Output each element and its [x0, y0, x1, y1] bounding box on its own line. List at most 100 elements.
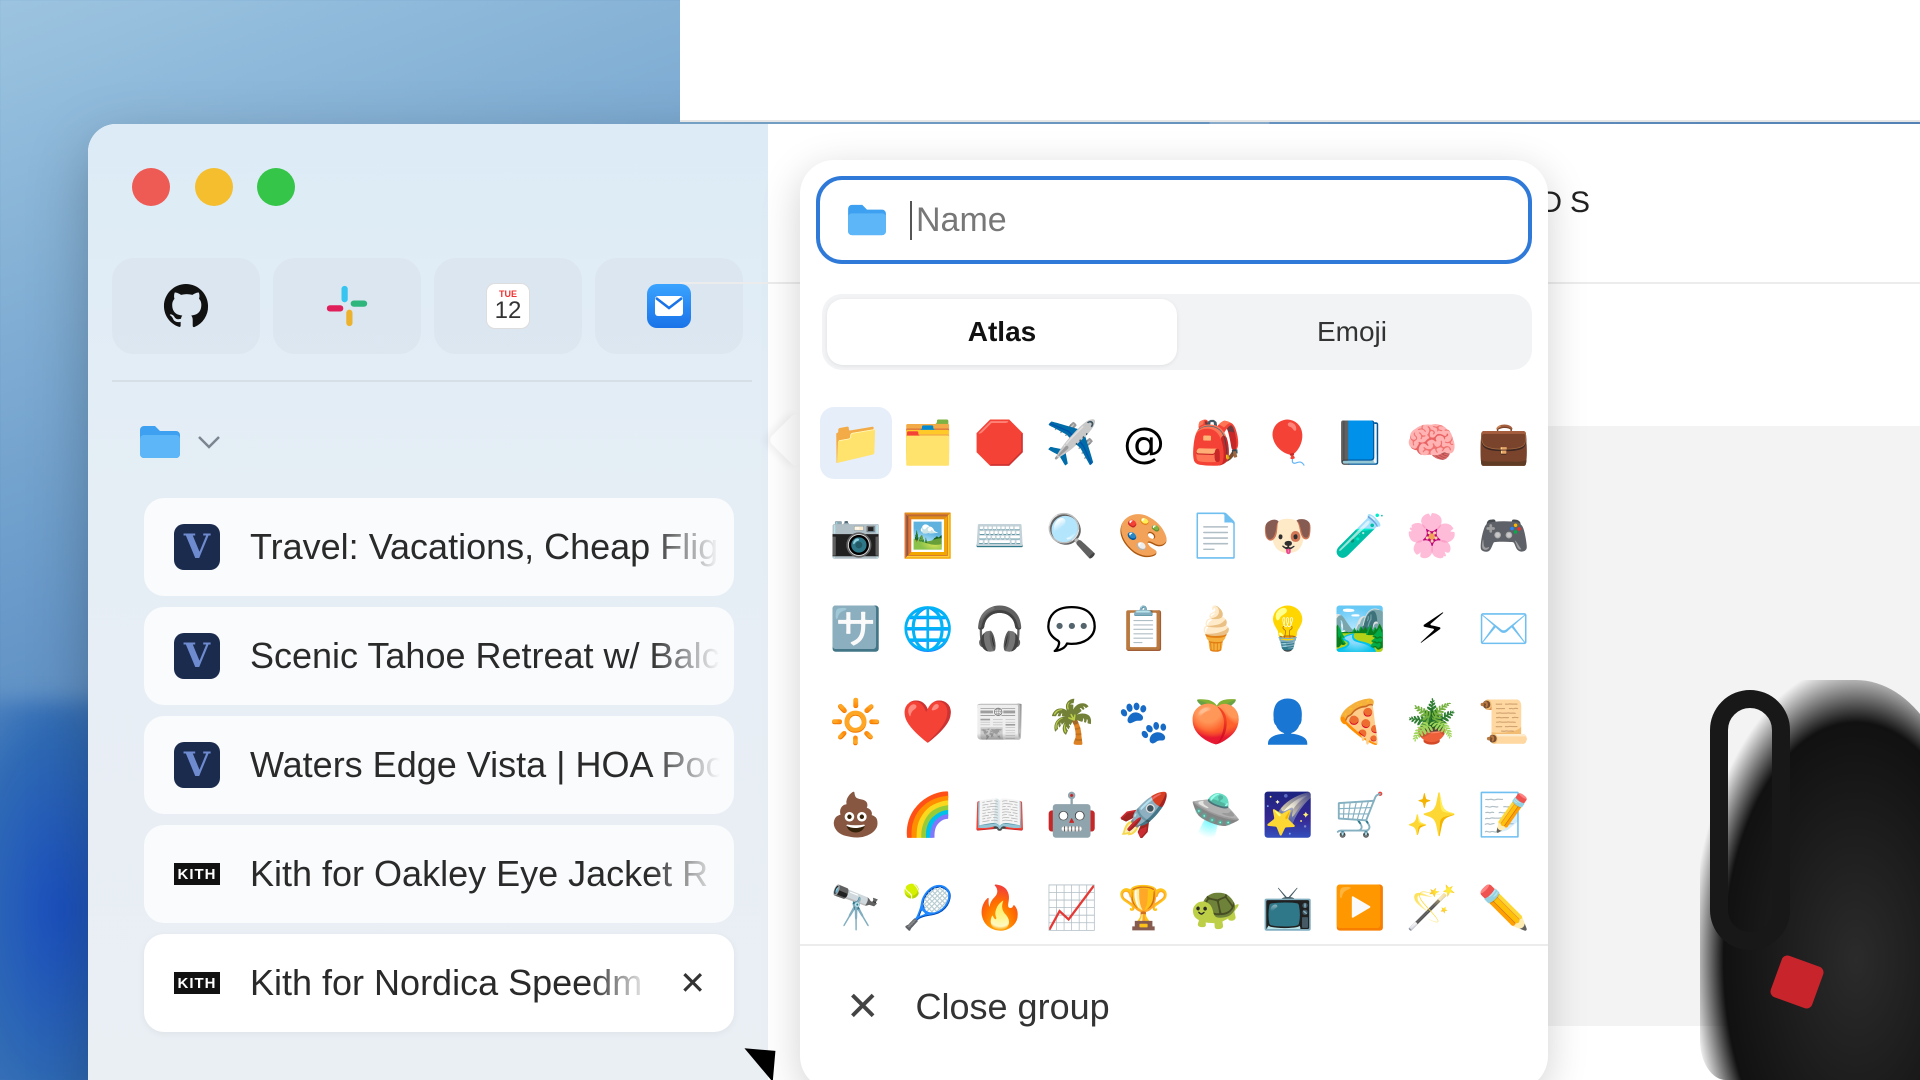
close-window-button[interactable]	[132, 168, 170, 206]
icon-option[interactable]: 🎨	[1108, 489, 1180, 582]
icon-option-glyph: 🌈	[901, 789, 955, 839]
icon-option-glyph: 🏆	[1117, 882, 1171, 932]
icon-option[interactable]: 🤖	[1036, 768, 1108, 861]
pinned-slack[interactable]	[273, 258, 421, 354]
kith-favicon-icon: KITH	[174, 972, 220, 994]
icon-option-glyph: 🛒	[1333, 789, 1387, 839]
tab-item[interactable]: KITH Kith for Oakley Eye Jacket R	[144, 825, 734, 923]
icon-option-glyph: ⌨️	[973, 510, 1027, 560]
icon-option-glyph: 🖼️	[901, 510, 955, 560]
icon-option[interactable]: 🐢	[1180, 861, 1252, 954]
icon-option[interactable]: 🛑	[964, 396, 1036, 489]
icon-option[interactable]: 🔥	[964, 861, 1036, 954]
tab-item[interactable]: V Travel: Vacations, Cheap Flig	[144, 498, 734, 596]
tab-title: Kith for Oakley Eye Jacket R	[250, 853, 709, 894]
tab-item-active[interactable]: KITH Kith for Nordica Speedm ✕	[144, 934, 734, 1032]
icon-option[interactable]: 🍑	[1180, 675, 1252, 768]
icon-option[interactable]: 🌴	[1036, 675, 1108, 768]
icon-option[interactable]: 🌈	[892, 768, 964, 861]
icon-option[interactable]: 🐶	[1252, 489, 1324, 582]
icon-option[interactable]: ✈️	[1036, 396, 1108, 489]
icon-option-glyph: 🍑	[1189, 696, 1243, 746]
icon-option-glyph: 🎒	[1189, 417, 1243, 467]
icon-option[interactable]: 🎾	[892, 861, 964, 954]
icon-option[interactable]: 🧠	[1396, 396, 1468, 489]
tab-item[interactable]: V Scenic Tahoe Retreat w/ Balc	[144, 607, 734, 705]
icon-option[interactable]: 🎧	[964, 582, 1036, 675]
icon-option[interactable]: 🏆	[1108, 861, 1180, 954]
icon-option[interactable]: 🌠	[1252, 768, 1324, 861]
zoom-window-button[interactable]	[257, 168, 295, 206]
icon-option[interactable]: 💼	[1468, 396, 1540, 489]
icon-option[interactable]: 💩	[820, 768, 892, 861]
group-name-input[interactable]	[910, 200, 1470, 240]
minimize-window-button[interactable]	[195, 168, 233, 206]
icon-option[interactable]: 🌐	[892, 582, 964, 675]
icon-option[interactable]: 📖	[964, 768, 1036, 861]
icon-option[interactable]: 🛒	[1324, 768, 1396, 861]
icon-option[interactable]: ⌨️	[964, 489, 1036, 582]
vrbo-favicon-icon: V	[174, 524, 220, 570]
icon-option[interactable]: 📰	[964, 675, 1036, 768]
icon-option[interactable]: 🪄	[1396, 861, 1468, 954]
icon-option[interactable]: 🎮	[1468, 489, 1540, 582]
icon-option[interactable]: 📘	[1324, 396, 1396, 489]
icon-option[interactable]: @	[1108, 396, 1180, 489]
icon-option[interactable]: 🈂️	[820, 582, 892, 675]
icon-option[interactable]: 🗂️	[892, 396, 964, 489]
icon-option[interactable]: 🪴	[1396, 675, 1468, 768]
pinned-calendar[interactable]: TUE 12	[434, 258, 582, 354]
icon-option[interactable]: ✉️	[1468, 582, 1540, 675]
icon-option-glyph: 🌸	[1405, 510, 1459, 560]
icon-option[interactable]: 🚀	[1108, 768, 1180, 861]
icon-option[interactable]: ✨	[1396, 768, 1468, 861]
icon-option[interactable]: 📋	[1108, 582, 1180, 675]
icon-option[interactable]: 🏞️	[1324, 582, 1396, 675]
icon-option-glyph: 📘	[1333, 417, 1387, 467]
tab-group-header[interactable]	[138, 424, 222, 460]
icon-option-glyph: 📄	[1189, 510, 1243, 560]
close-group-button[interactable]: ✕ Close group	[846, 984, 1110, 1030]
icon-option-glyph: 🌐	[901, 603, 955, 653]
icon-option[interactable]: 📈	[1036, 861, 1108, 954]
icon-option[interactable]: 🔍	[1036, 489, 1108, 582]
icon-option[interactable]: 📜	[1468, 675, 1540, 768]
tab-emoji[interactable]: Emoji	[1177, 299, 1527, 365]
icon-option[interactable]: 📝	[1468, 768, 1540, 861]
icon-option[interactable]: 💬	[1036, 582, 1108, 675]
pinned-mail[interactable]	[595, 258, 743, 354]
icon-option[interactable]: 🧪	[1324, 489, 1396, 582]
icon-option[interactable]: 🔆	[820, 675, 892, 768]
icon-option-glyph: 🔍	[1045, 510, 1099, 560]
icon-option[interactable]: ❤️	[892, 675, 964, 768]
icon-option[interactable]: 🛸	[1180, 768, 1252, 861]
icon-option-glyph: 📋	[1117, 603, 1171, 653]
icon-option[interactable]: 🎈	[1252, 396, 1324, 489]
icon-option-glyph: 🎈	[1261, 417, 1315, 467]
tab-atlas[interactable]: Atlas	[827, 299, 1177, 365]
icon-option-glyph: 📁	[829, 417, 883, 467]
icon-option[interactable]: 👤	[1252, 675, 1324, 768]
icon-option-glyph: 📖	[973, 789, 1027, 839]
group-name-field[interactable]	[816, 176, 1532, 264]
icon-option[interactable]: 🌸	[1396, 489, 1468, 582]
icon-option-glyph: 📝	[1477, 789, 1531, 839]
icon-option[interactable]: 📺	[1252, 861, 1324, 954]
icon-option[interactable]: 📄	[1180, 489, 1252, 582]
close-tab-icon[interactable]: ✕	[679, 964, 706, 1002]
icon-option[interactable]: 🍦	[1180, 582, 1252, 675]
icon-option-glyph: ▶️	[1333, 882, 1387, 932]
icon-option[interactable]: ✏️	[1468, 861, 1540, 954]
icon-option[interactable]: 💡	[1252, 582, 1324, 675]
tab-item[interactable]: V Waters Edge Vista | HOA Poo	[144, 716, 734, 814]
icon-option[interactable]: 🖼️	[892, 489, 964, 582]
icon-option[interactable]: 🍕	[1324, 675, 1396, 768]
icon-option[interactable]: 🎒	[1180, 396, 1252, 489]
icon-option[interactable]: 📁	[820, 406, 892, 479]
icon-option[interactable]: 📷	[820, 489, 892, 582]
icon-option[interactable]: ⚡	[1396, 582, 1468, 675]
icon-option[interactable]: ▶️	[1324, 861, 1396, 954]
pinned-github[interactable]	[112, 258, 260, 354]
icon-option[interactable]: 🐾	[1108, 675, 1180, 768]
icon-option[interactable]: 🔭	[820, 861, 892, 954]
